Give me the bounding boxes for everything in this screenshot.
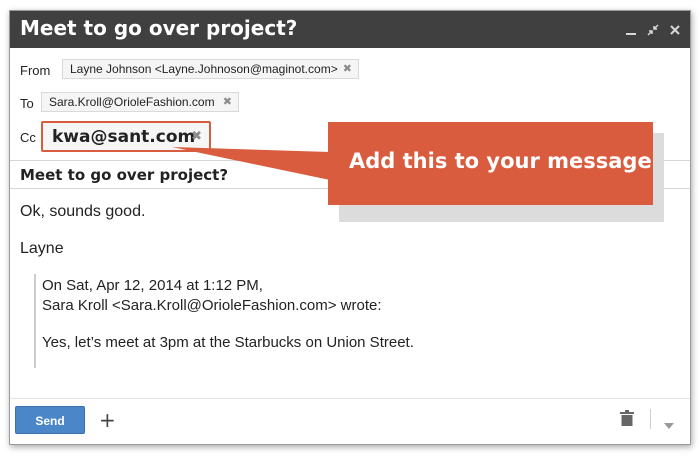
callout-pointer — [172, 147, 330, 180]
callout-text: Add this to your message — [349, 149, 652, 173]
